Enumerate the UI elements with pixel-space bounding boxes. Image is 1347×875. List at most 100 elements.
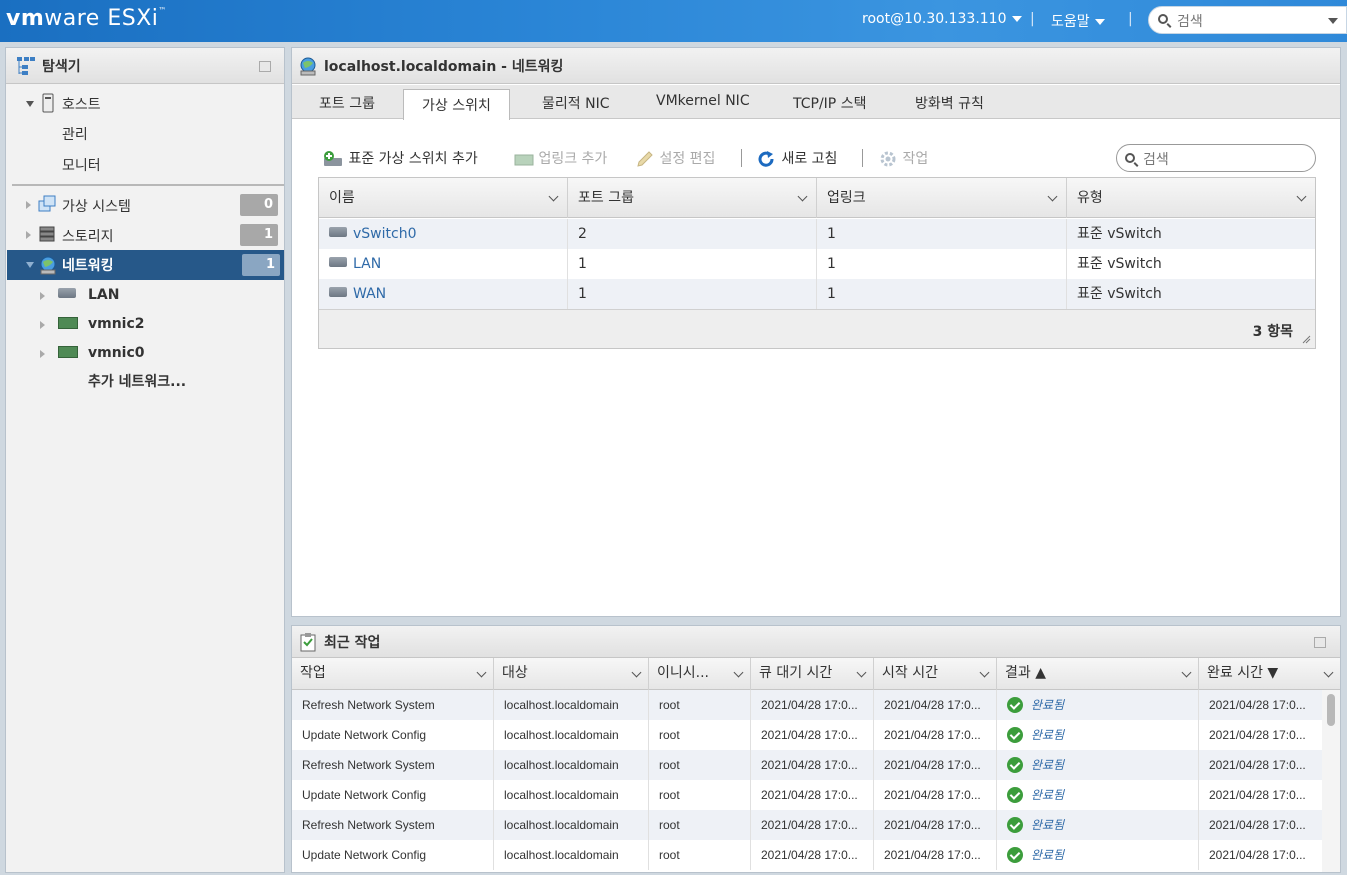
table-cell: Refresh Network System (292, 750, 494, 780)
column-header-completed[interactable]: 완료 시간 ▼ (1199, 658, 1340, 690)
search-icon (1158, 14, 1168, 24)
column-header-target[interactable]: 대상 (494, 658, 649, 690)
tree-label: 가상 시스템 (62, 199, 131, 215)
table-cell: localhost.localdomain (494, 750, 649, 780)
column-header-name[interactable]: 이름 (319, 178, 568, 218)
switch-name-link[interactable]: WAN (319, 279, 568, 309)
edit-settings-button[interactable]: 설정 편집 (635, 148, 715, 168)
chevron-down-icon[interactable] (1047, 191, 1058, 202)
add-uplink-button[interactable]: 업링크 추가 (514, 148, 607, 168)
task-row[interactable]: Refresh Network System localhost.localdo… (292, 750, 1322, 780)
navigator-title: 탐색기 (42, 59, 81, 75)
column-header-type[interactable]: 유형 (1067, 178, 1315, 218)
column-header-port-groups[interactable]: 포트 그룹 (568, 178, 817, 218)
task-row[interactable]: Update Network Config localhost.localdom… (292, 840, 1322, 870)
add-standard-switch-button[interactable]: 표준 가상 스위치 추가 (322, 148, 478, 168)
table-cell: root (649, 810, 751, 840)
tab-virtual-switches[interactable]: 가상 스위치 (403, 89, 510, 120)
table-cell: 2021/04/28 17:0... (874, 750, 997, 780)
table-cell: root (649, 780, 751, 810)
chevron-down-icon[interactable] (979, 667, 990, 678)
chevron-down-icon[interactable] (548, 191, 559, 202)
column-header-task[interactable]: 작업 (292, 658, 494, 690)
column-header-uplinks[interactable]: 업링크 (817, 178, 1067, 218)
scrollbar-thumb[interactable] (1327, 694, 1335, 726)
success-check-icon (1007, 756, 1023, 773)
tab-vmkernel-nics[interactable]: VMkernel NIC (656, 93, 750, 109)
refresh-button[interactable]: 새로 고침 (757, 148, 837, 168)
switch-name-link[interactable]: vSwitch0 (319, 219, 568, 249)
chevron-down-icon[interactable] (1328, 18, 1338, 24)
table-cell: 표준 vSwitch (1077, 256, 1162, 272)
tree-item-monitor[interactable]: 모니터 (62, 152, 101, 178)
recent-tasks-title: 최근 작업 (324, 635, 381, 651)
chevron-down-icon[interactable] (797, 191, 808, 202)
tree-item-lan[interactable]: LAN (40, 283, 240, 309)
chevron-down-icon[interactable] (631, 667, 642, 678)
table-row[interactable]: vSwitch0 2 1 표준 vSwitch (319, 219, 1315, 249)
switch-search-input[interactable]: 검색 (1116, 144, 1316, 172)
tree-item-manage[interactable]: 관리 (62, 121, 88, 147)
pencil-icon (637, 151, 653, 167)
tree-item-storage[interactable]: 스토리지 1 (14, 222, 278, 248)
table-cell: 2021/04/28 17:0... (751, 840, 874, 870)
task-row[interactable]: Refresh Network System localhost.localdo… (292, 690, 1322, 720)
expand-icon[interactable] (40, 350, 45, 358)
table-cell: 1 (568, 249, 817, 279)
more-networks-link[interactable]: 추가 네트워크... (88, 369, 186, 395)
global-search-input[interactable]: 검색 (1148, 6, 1347, 34)
tab-firewall-rules[interactable]: 방화벽 규칙 (915, 93, 984, 113)
networking-icon (40, 256, 56, 275)
nic-icon (58, 317, 78, 329)
task-row[interactable]: Update Network Config localhost.localdom… (292, 720, 1322, 750)
expand-icon[interactable] (40, 321, 45, 329)
expand-icon[interactable] (26, 262, 34, 268)
minimize-icon[interactable] (1314, 637, 1326, 648)
minimize-icon[interactable] (259, 61, 271, 72)
expand-icon[interactable] (26, 101, 34, 107)
tree-divider (12, 184, 284, 186)
table-row[interactable]: LAN 1 1 표준 vSwitch (319, 249, 1315, 279)
tree-item-host[interactable]: 호스트 (14, 91, 274, 117)
help-menu[interactable]: 도움말 (1051, 11, 1105, 31)
user-menu[interactable]: root@10.30.133.110 (862, 11, 1022, 27)
tab-port-groups[interactable]: 포트 그룹 (319, 93, 375, 113)
switch-name-link[interactable]: LAN (319, 249, 568, 279)
chevron-down-icon[interactable] (476, 667, 487, 678)
column-header-queued[interactable]: 큐 대기 시간 (751, 658, 874, 690)
task-row[interactable]: Update Network Config localhost.localdom… (292, 780, 1322, 810)
tree-label: vmnic2 (88, 316, 145, 332)
expand-icon[interactable] (40, 292, 45, 300)
actions-button[interactable]: 작업 (878, 148, 928, 168)
clipboard-icon (300, 633, 316, 652)
chevron-down-icon[interactable] (733, 667, 744, 678)
tasks-scrollbar[interactable] (1322, 690, 1340, 872)
table-cell: 2021/04/28 17:0... (1209, 848, 1306, 862)
tree-item-vmnic0[interactable]: vmnic0 (40, 341, 240, 367)
column-header-result[interactable]: 결과 ▲ (997, 658, 1199, 690)
chevron-down-icon[interactable] (856, 667, 867, 678)
count-badge: 0 (240, 194, 278, 216)
top-bar: vmware ESXi™ root@10.30.133.110 | 도움말 | … (0, 0, 1347, 42)
chevron-down-icon[interactable] (1296, 191, 1307, 202)
tab-tcpip-stacks[interactable]: TCP/IP 스택 (793, 93, 866, 113)
tree-item-vmnic2[interactable]: vmnic2 (40, 312, 240, 338)
switch-icon (329, 257, 347, 267)
tab-physical-nics[interactable]: 물리적 NIC (542, 93, 609, 113)
table-cell: 2021/04/28 17:0... (751, 720, 874, 750)
tree-item-networking[interactable]: 네트워킹 1 (7, 250, 284, 280)
resize-handle-icon[interactable] (1302, 335, 1311, 344)
column-header-initiator[interactable]: 이니시... (649, 658, 751, 690)
table-row[interactable]: WAN 1 1 표준 vSwitch (319, 279, 1315, 309)
chevron-down-icon[interactable] (1323, 667, 1334, 678)
column-header-started[interactable]: 시작 시간 (874, 658, 997, 690)
task-row[interactable]: Refresh Network System localhost.localdo… (292, 810, 1322, 840)
switch-icon (329, 287, 347, 297)
table-cell: root (649, 840, 751, 870)
tree-item-virtual-machines[interactable]: 가상 시스템 0 (14, 192, 278, 218)
toolbar-divider (741, 149, 742, 167)
expand-icon[interactable] (26, 201, 31, 209)
chevron-down-icon[interactable] (1181, 667, 1192, 678)
expand-icon[interactable] (26, 231, 31, 239)
table-cell: Update Network Config (292, 780, 494, 810)
